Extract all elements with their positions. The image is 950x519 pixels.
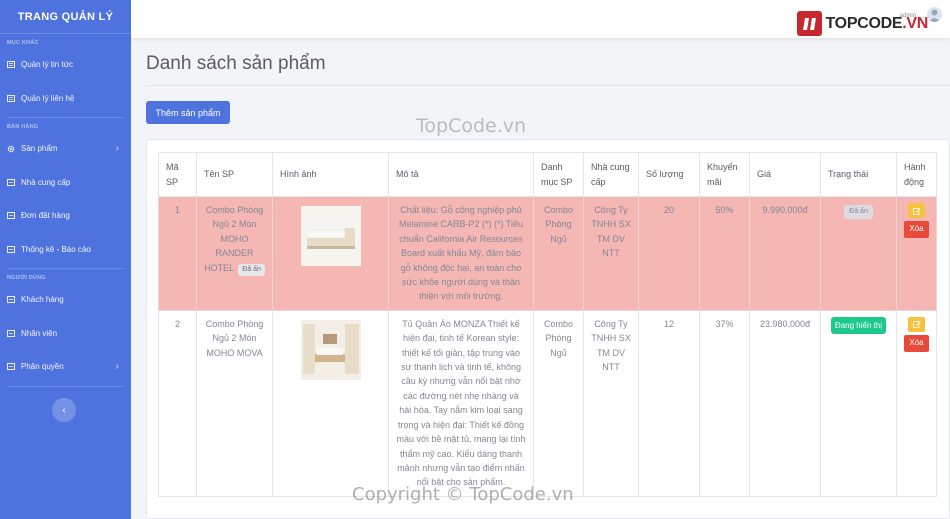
cell-status: Đã ẩn <box>820 196 897 311</box>
cell-status: Đang hiển thị <box>820 309 897 497</box>
col-header-supplier[interactable]: Nhà cung cấp <box>583 152 639 197</box>
cell-actions: Xóa <box>896 196 937 311</box>
cell-description: Tủ Quần Áo MONZA Thiết kế hiện đại, tinh… <box>388 309 534 497</box>
col-header-id[interactable]: Mã SP <box>158 152 197 197</box>
status-badge[interactable]: Đang hiển thị <box>830 316 887 334</box>
sidebar-divider <box>7 268 124 269</box>
watermark-bottom: Copyright © TopCode.vn <box>352 484 574 505</box>
section-heading-users: NGƯỜI DÙNG <box>7 275 46 281</box>
chart-icon <box>7 245 15 253</box>
customer-icon <box>7 296 15 304</box>
sidebar-item-label: Quản lý liên hệ <box>21 93 75 103</box>
sidebar-item-staff[interactable]: Nhân viên <box>0 317 131 351</box>
cell-id: 1 <box>158 196 197 311</box>
hidden-badge: Đã ẩn <box>238 263 265 276</box>
cell-category: Combo Phòng Ngủ <box>533 309 584 497</box>
cell-id: 2 <box>158 309 197 497</box>
cell-price: 23.980.000đ <box>749 309 821 497</box>
title-divider <box>146 85 950 86</box>
chevron-right-icon: › <box>115 143 119 155</box>
avatar[interactable] <box>927 7 942 22</box>
sidebar-item-permissions[interactable]: Phân quyền › <box>0 350 131 384</box>
topbar: admin TOPCODE.VN <box>131 0 950 38</box>
logo-mark-icon <box>797 11 823 36</box>
delete-button[interactable]: Xóa <box>904 334 929 352</box>
col-header-name[interactable]: Tên SP <box>196 152 273 197</box>
section-heading-other: MỤC KHÁC <box>7 40 39 46</box>
edit-button[interactable] <box>908 316 925 332</box>
cell-quantity: 12 <box>638 309 700 497</box>
cell-name: Combo Phòng Ngủ 2 Món MOHO MOVA <box>196 309 273 497</box>
sidebar-item-label: Nhân viên <box>21 328 58 338</box>
cell-discount: 37% <box>699 309 750 497</box>
edit-button[interactable] <box>908 203 925 218</box>
col-header-image[interactable]: Hình ảnh <box>272 152 389 197</box>
sidebar-toggle-button[interactable]: ‹ <box>52 398 76 422</box>
sidebar-item-label: Quản lý tin tức <box>21 60 74 70</box>
sidebar-item-suppliers[interactable]: Nhà cung cấp <box>0 166 131 200</box>
staff-icon <box>7 329 15 337</box>
permission-icon <box>7 363 15 371</box>
sidebar-item-reports[interactable]: Thống kê - Báo cáo <box>0 233 131 267</box>
gear-icon <box>7 145 15 153</box>
cell-image <box>272 196 389 311</box>
sidebar-item-label: Khách hàng <box>21 295 64 305</box>
cell-supplier: Công Ty TNHH SX TM DV NTT <box>583 196 639 311</box>
order-icon <box>7 212 15 220</box>
contact-icon <box>7 94 15 102</box>
add-product-button[interactable]: Thêm sản phẩm <box>146 101 230 124</box>
status-badge[interactable]: Đã ẩn <box>844 205 873 219</box>
sidebar-item-label: Nhà cung cấp <box>21 177 71 187</box>
watermark-top: TopCode.vn <box>416 115 527 137</box>
sidebar-item-customers[interactable]: Khách hàng <box>0 283 131 317</box>
col-header-price[interactable]: Giá <box>749 152 821 197</box>
cell-name: Combo Phòng Ngủ 2 Món MOHO RANDER HOTEL … <box>196 196 273 311</box>
product-image <box>300 319 361 380</box>
products-table: Mã SP Tên SP Hình ảnh Mô tả Danh mục SP … <box>158 152 937 497</box>
sidebar-item-label: Thống kê - Báo cáo <box>21 244 91 254</box>
cell-category: Combo Phòng Ngủ <box>533 196 584 311</box>
newspaper-icon <box>7 61 15 69</box>
cell-price: 9.990.000đ <box>749 196 821 311</box>
sidebar: TRANG QUẢN LÝ MỤC KHÁC Quản lý tin tức Q… <box>0 0 131 519</box>
col-header-description[interactable]: Mô tả <box>388 152 534 197</box>
table-row: 2 Combo Phòng Ngủ 2 Món MOHO MOVA Tủ Quầ… <box>158 309 937 497</box>
cell-image <box>272 309 389 497</box>
edit-icon <box>912 207 921 215</box>
sidebar-item-label: Phân quyền <box>21 362 64 372</box>
sidebar-item-label: Đơn đặt hàng <box>21 211 70 221</box>
sidebar-item-orders[interactable]: Đơn đặt hàng <box>0 199 131 233</box>
sidebar-item-label: Sản phẩm <box>21 144 58 154</box>
cell-supplier: Công Ty TNHH SX TM DV NTT <box>583 309 639 497</box>
table-row: 1 Combo Phòng Ngủ 2 Món MOHO RANDER HOTE… <box>158 196 937 311</box>
supplier-icon <box>7 178 15 186</box>
cell-actions: Xóa <box>896 309 937 497</box>
sidebar-divider <box>7 385 124 387</box>
edit-icon <box>912 321 921 329</box>
cell-quantity: 20 <box>638 196 700 311</box>
sidebar-brand[interactable]: TRANG QUẢN LÝ <box>0 0 131 34</box>
col-header-quantity[interactable]: Số lượng <box>638 152 700 197</box>
cell-discount: 50% <box>699 196 750 311</box>
table-header-row: Mã SP Tên SP Hình ảnh Mô tả Danh mục SP … <box>158 152 937 197</box>
topcode-logo: TOPCODE.VN <box>797 11 928 36</box>
sidebar-item-news[interactable]: Quản lý tin tức <box>0 48 131 82</box>
page-title: Danh sách sản phẩm <box>146 53 326 74</box>
chevron-left-icon: ‹ <box>62 404 66 416</box>
col-header-status[interactable]: Trạng thái <box>820 152 897 197</box>
col-header-actions[interactable]: Hành động <box>896 152 937 197</box>
section-heading-sales: BÁN HÀNG <box>7 124 39 130</box>
chevron-right-icon: › <box>115 361 119 373</box>
delete-button[interactable]: Xóa <box>904 221 929 238</box>
sidebar-divider <box>7 117 124 118</box>
sidebar-item-products[interactable]: Sản phẩm › <box>0 132 131 166</box>
product-image <box>300 206 361 266</box>
col-header-discount[interactable]: Khuyến mãi <box>699 152 750 197</box>
cell-description: Chất liệu: Gỗ công nghiệp phủ Melamine C… <box>388 196 534 311</box>
logo-text: TOPCODE.VN <box>825 14 928 32</box>
col-header-category[interactable]: Danh mục SP <box>533 152 584 197</box>
sidebar-item-contact[interactable]: Quản lý liên hệ <box>0 82 131 116</box>
